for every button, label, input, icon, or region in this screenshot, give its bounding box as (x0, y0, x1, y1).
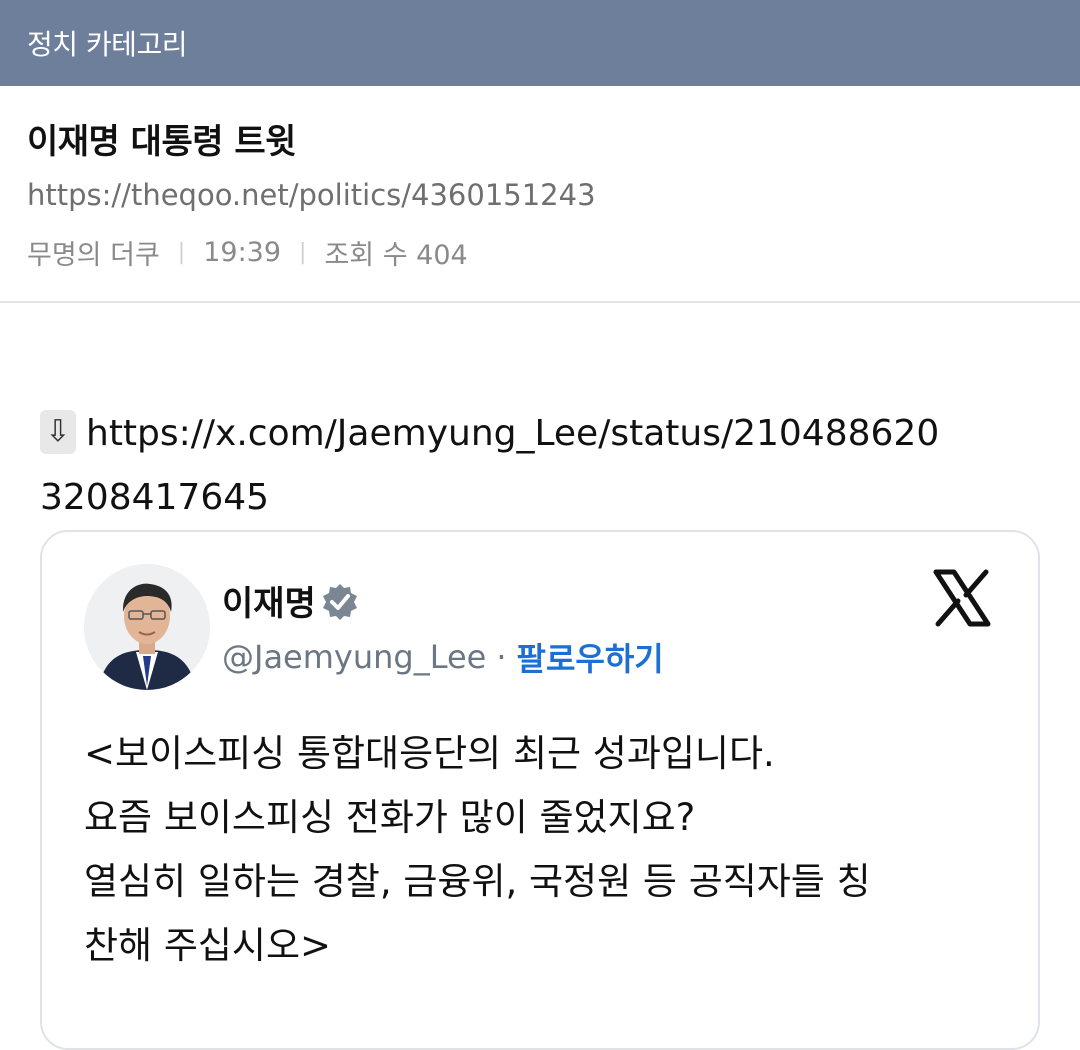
header-divider (0, 301, 1080, 303)
tweet-handle[interactable]: @Jaemyung_Lee (222, 638, 486, 676)
tweet-link-text-2[interactable]: 3208417645 (40, 477, 269, 518)
tweet-author-name[interactable]: 이재명 (222, 576, 316, 625)
x-logo-icon[interactable] (932, 568, 992, 628)
avatar[interactable] (84, 564, 210, 690)
post-title: 이재명 대통령 트윗 (27, 122, 296, 162)
tweet-text-line: 요즘 보이스피싱 전화가 많이 줄었지요? (84, 796, 696, 839)
download-arrow-icon: ⇩ (40, 410, 76, 454)
tweet-handle-row: @Jaemyung_Lee · 팔로우하기 (222, 634, 664, 680)
handle-separator: · (496, 638, 507, 676)
meta-separator: | (299, 240, 307, 265)
tweet-text-line: 찬해 주십시오> (84, 924, 332, 967)
category-label[interactable]: 정치 카테고리 (27, 23, 187, 63)
tweet-embed-card[interactable]: 이재명 @Jaemyung_Lee · 팔로우하기 <보이스피싱 통합대응단의 … (40, 530, 1040, 1050)
tweet-link[interactable]: ⇩ https://x.com/Jaemyung_Lee/status/21048… (40, 402, 1050, 530)
post-time: 19:39 (203, 237, 282, 268)
meta-separator: | (177, 240, 186, 265)
tweet-link-text-1[interactable]: https://x.com/Jaemyung_Lee/status/210488… (86, 413, 939, 454)
top-category-bar: 정치 카테고리 (0, 0, 1080, 86)
post-url[interactable]: https://theqoo.net/politics/4360151243 (27, 178, 596, 212)
tweet-text-line: 열심히 일하는 경찰, 금융위, 국정원 등 공직자들 칭 (84, 860, 871, 903)
tweet-text: <보이스피싱 통합대응단의 최근 성과입니다. 요즘 보이스피싱 전화가 많이 … (84, 722, 1014, 978)
avatar-image (84, 564, 210, 690)
post-views: 조회 수 404 (324, 240, 468, 271)
tweet-text-line: <보이스피싱 통합대응단의 최근 성과입니다. (84, 732, 775, 775)
post-author: 무명의 더쿠 (27, 240, 160, 271)
follow-button[interactable]: 팔로우하기 (517, 634, 664, 680)
verified-badge-icon (323, 584, 357, 620)
post-meta: 무명의 더쿠 | 19:39 | 조회 수 404 (27, 233, 468, 272)
